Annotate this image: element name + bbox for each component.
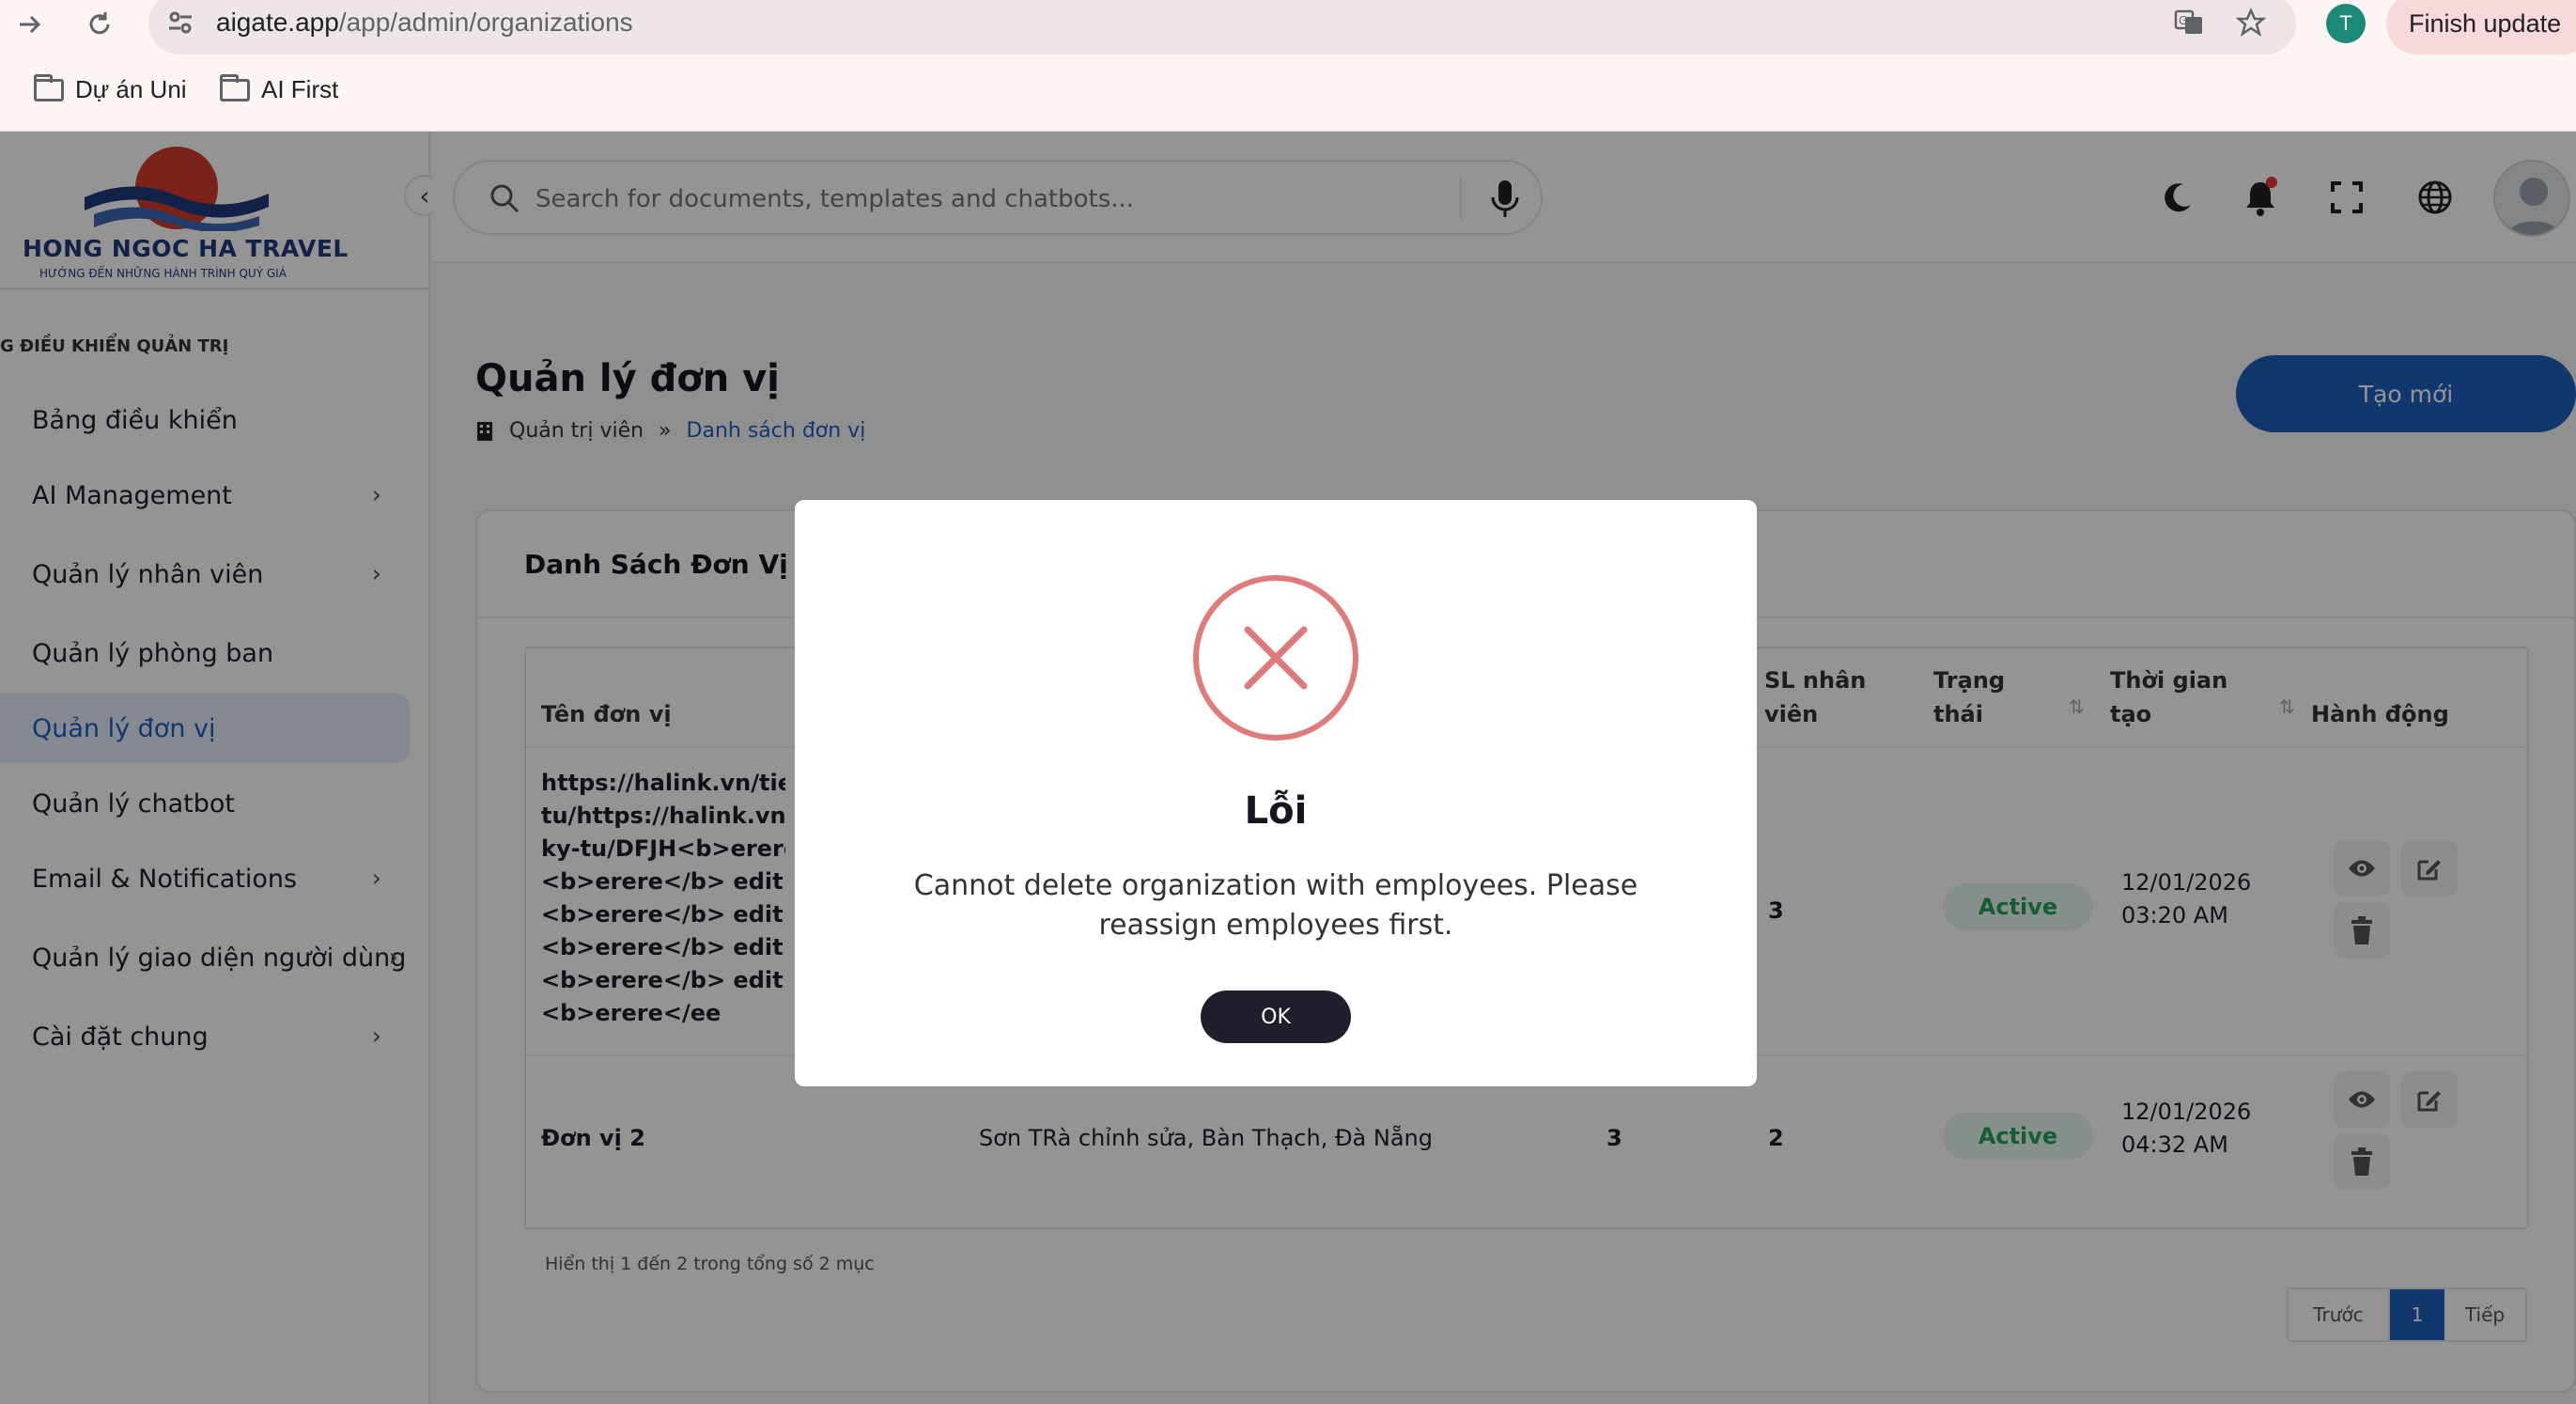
finish-update-button[interactable]: Finish update bbox=[2386, 0, 2576, 55]
svg-text:G: G bbox=[2179, 14, 2187, 27]
dialog-message: Cannot delete organization with employee… bbox=[913, 869, 1638, 942]
error-dialog: Lỗi Cannot delete organization with empl… bbox=[795, 500, 1757, 1086]
folder-icon bbox=[220, 73, 250, 101]
translate-icon[interactable]: G bbox=[2170, 4, 2208, 41]
dialog-title: Lỗi bbox=[1244, 789, 1308, 833]
browser-chrome: aigate.app/app/admin/organizations G T F… bbox=[0, 0, 2576, 132]
url-text: aigate.app/app/admin/organizations bbox=[216, 8, 633, 37]
site-settings-icon[interactable] bbox=[162, 4, 199, 41]
forward-icon[interactable] bbox=[9, 4, 51, 45]
bookmark-ai-first[interactable]: AI First bbox=[220, 73, 338, 104]
profile-avatar[interactable]: T bbox=[2326, 4, 2366, 43]
error-x-icon bbox=[1193, 575, 1358, 741]
reload-icon[interactable] bbox=[79, 4, 120, 45]
address-bar[interactable]: aigate.app/app/admin/organizations G bbox=[148, 0, 2296, 55]
bookmark-star-icon[interactable] bbox=[2232, 4, 2270, 41]
bookmark-du-an-uni[interactable]: Dự án Uni bbox=[34, 73, 187, 104]
ok-button[interactable]: OK bbox=[1201, 991, 1351, 1043]
folder-icon bbox=[34, 73, 64, 101]
